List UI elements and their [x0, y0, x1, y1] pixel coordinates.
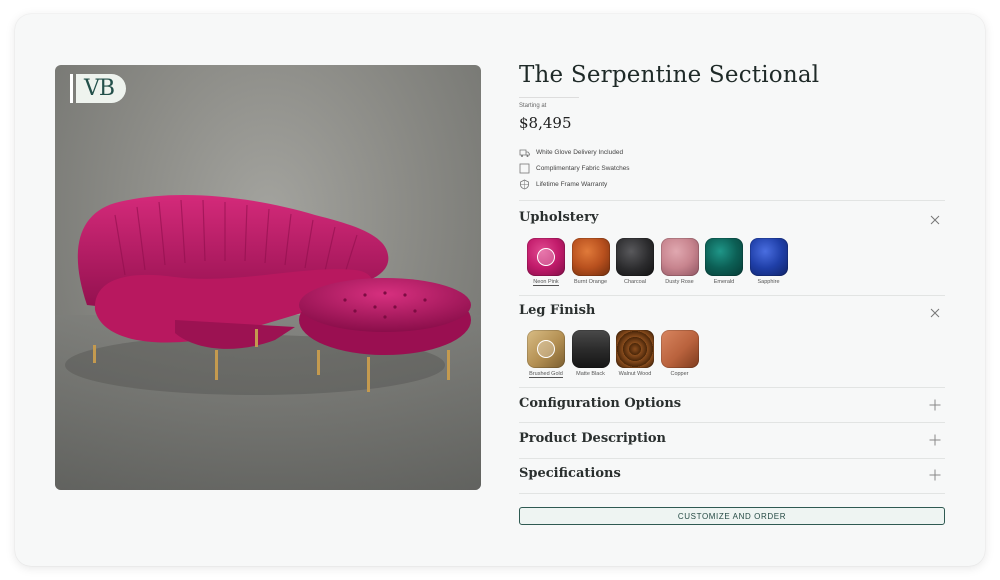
swatch-chip[interactable]	[660, 238, 699, 276]
swatch-label: Burnt Orange	[573, 279, 608, 285]
swatch-chip[interactable]	[616, 238, 654, 276]
product-title: The Serpentine Sectional	[519, 62, 820, 88]
swatch-charcoal[interactable]: Charcoal	[616, 238, 654, 286]
swatch-walnut-wood[interactable]: Walnut Wood	[616, 330, 654, 378]
brand-logo: VB	[70, 73, 129, 103]
swatch-matte-black[interactable]: Matte Black	[571, 330, 610, 378]
swatch-label: Walnut Wood	[618, 371, 652, 377]
section-divider	[519, 493, 945, 494]
customize-and-order-button[interactable]: CUSTOMIZE AND ORDER	[519, 507, 945, 525]
swatch-label: Emerald	[713, 279, 735, 285]
swatch-label: Sapphire	[757, 279, 780, 285]
section-divider	[519, 422, 945, 423]
swatch-sapphire[interactable]: Sapphire	[749, 238, 788, 286]
swatch-neon-pink[interactable]: Neon Pink	[527, 238, 565, 286]
section-divider	[519, 458, 945, 459]
swatch-chip[interactable]	[527, 330, 565, 368]
truck-icon	[519, 147, 530, 158]
product-description-title[interactable]: Product Description	[519, 431, 666, 446]
leg-finish-swatches: Brushed Gold Matte Black Walnut Wood Cop…	[527, 330, 705, 378]
swatch-chip[interactable]	[749, 238, 788, 276]
swatch-chip[interactable]	[660, 330, 699, 368]
swatch-chip[interactable]	[527, 238, 565, 276]
selected-indicator	[537, 248, 555, 266]
section-divider	[519, 387, 945, 388]
section-divider	[519, 200, 945, 201]
feature-warranty: Lifetime Frame Warranty	[519, 178, 607, 190]
specifications-title[interactable]: Specifications	[519, 466, 621, 481]
swatch-burnt-orange[interactable]: Burnt Orange	[571, 238, 610, 286]
product-image	[55, 65, 481, 490]
configuration-options-title[interactable]: Configuration Options	[519, 396, 681, 411]
leg-finish-title[interactable]: Leg Finish	[519, 303, 595, 318]
swatch-label: Matte Black	[576, 371, 605, 377]
swatch-copper[interactable]: Copper	[660, 330, 699, 378]
upholstery-swatches: Neon Pink Burnt Orange Charcoal Dusty Ro…	[527, 238, 794, 286]
swatch-label: Neon Pink	[533, 279, 559, 286]
swatch-brushed-gold[interactable]: Brushed Gold	[527, 330, 565, 378]
section-divider	[519, 295, 945, 296]
swatch-chip[interactable]	[705, 238, 743, 276]
close-icon[interactable]	[929, 213, 941, 225]
price-caption: Starting at	[519, 103, 547, 109]
close-icon[interactable]	[929, 306, 941, 318]
swatch-label: Charcoal	[623, 279, 646, 285]
upholstery-title[interactable]: Upholstery	[519, 210, 599, 225]
swatch-dusty-rose[interactable]: Dusty Rose	[660, 238, 699, 286]
logo-bar	[70, 73, 73, 103]
selected-indicator	[537, 340, 555, 358]
swatch-label: Copper	[670, 371, 689, 377]
swatch-icon	[519, 163, 530, 174]
feature-delivery: White Glove Delivery Included	[519, 146, 623, 158]
feature-label: Lifetime Frame Warranty	[536, 180, 608, 188]
title-underline	[519, 97, 579, 98]
shield-icon	[519, 179, 530, 190]
swatch-chip[interactable]	[616, 330, 654, 368]
feature-label: White Glove Delivery Included	[536, 148, 624, 156]
logo-text: VB	[76, 73, 127, 103]
plus-icon[interactable]	[929, 398, 941, 411]
product-price: $8,495	[519, 114, 572, 132]
swatch-chip[interactable]	[571, 330, 610, 368]
swatch-label: Dusty Rose	[665, 279, 694, 285]
feature-swatches: Complimentary Fabric Swatches	[519, 162, 630, 174]
swatch-emerald[interactable]: Emerald	[705, 238, 743, 286]
feature-label: Complimentary Fabric Swatches	[536, 164, 630, 172]
swatch-chip[interactable]	[571, 238, 610, 276]
swatch-label: Brushed Gold	[529, 371, 563, 378]
plus-icon[interactable]	[929, 433, 941, 446]
plus-icon[interactable]	[929, 468, 941, 481]
